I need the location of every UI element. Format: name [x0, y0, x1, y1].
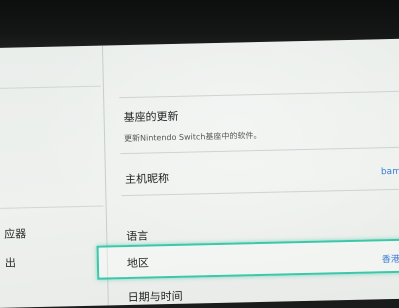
- system-settings-screen: 应器 出 基座的更新 更新Nintendo Switch基座中的软件。 主机昵称…: [0, 38, 399, 308]
- console-update-description: 更新Nintendo Switch基座中的软件。: [123, 130, 262, 144]
- settings-sidebar: 应器 出: [0, 45, 109, 308]
- date-time-label[interactable]: 日期与时间: [128, 288, 183, 305]
- row-divider: [121, 188, 399, 197]
- row-divider: [120, 146, 399, 155]
- sidebar-item-output[interactable]: 出: [5, 255, 16, 271]
- settings-list: 基座的更新 更新Nintendo Switch基座中的软件。 主机昵称 bam …: [96, 39, 399, 305]
- region-label[interactable]: 地区: [127, 255, 149, 271]
- console-nickname-label[interactable]: 主机昵称: [125, 170, 169, 187]
- row-divider: [119, 90, 399, 99]
- region-value: 香港/: [381, 254, 399, 266]
- sidebar-item-controllers[interactable]: 应器: [4, 225, 26, 241]
- sidebar-divider: [0, 205, 104, 209]
- console-nickname-value: bam: [380, 166, 399, 178]
- language-label[interactable]: 语言: [126, 228, 148, 244]
- sidebar-divider: [0, 85, 101, 89]
- console-update-label[interactable]: 基座的更新: [123, 108, 178, 125]
